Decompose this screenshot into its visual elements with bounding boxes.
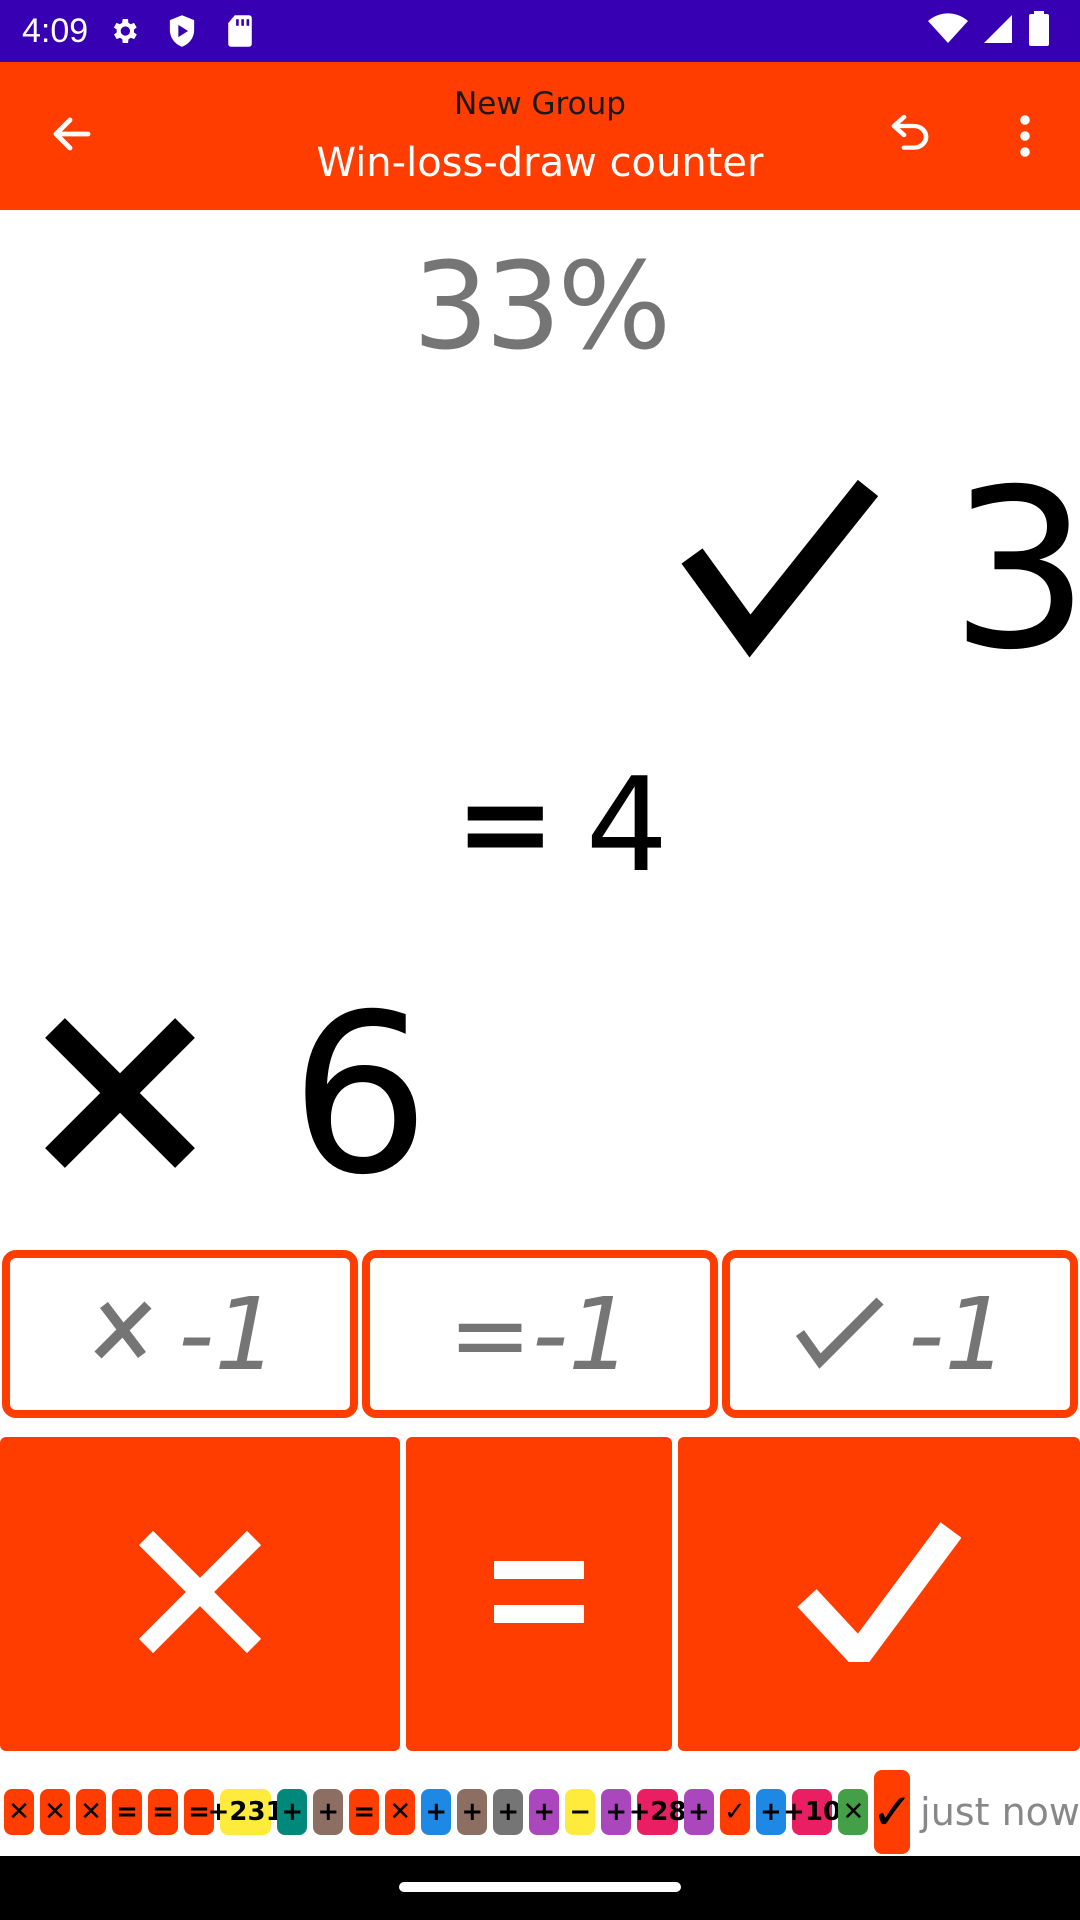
draw-decrement-button[interactable]: =-1 (362, 1250, 718, 1418)
signal-icon (982, 13, 1014, 49)
undo-icon[interactable] (880, 106, 940, 166)
history-chip[interactable]: + (313, 1789, 344, 1835)
gear-icon (106, 13, 142, 49)
losses-count: 6 (290, 967, 430, 1223)
check-icon (680, 478, 880, 662)
more-vert-icon[interactable] (995, 106, 1055, 166)
screen: 4:09 New Group Win-loss-draw counter 33%… (0, 0, 1080, 1920)
history-chip[interactable]: ✕ (838, 1789, 869, 1835)
win-percentage: 33% (412, 238, 672, 377)
history-chip[interactable]: + (755, 1789, 786, 1835)
check-icon (797, 1522, 962, 1675)
loss-decrement-label: -1 (178, 1275, 278, 1393)
loss-decrement-button[interactable]: -1 (2, 1250, 358, 1418)
history-chip[interactable]: +231 (208, 1789, 284, 1835)
history-chip[interactable]: ✕ (40, 1789, 70, 1835)
history-chip[interactable]: = (148, 1789, 178, 1835)
history-timestamp: just now (920, 1790, 1080, 1834)
wins-count: 3 (950, 442, 1080, 698)
history-chip[interactable]: ✕ (385, 1789, 416, 1835)
losses-row: 6 (40, 985, 430, 1205)
cross-icon (138, 1530, 262, 1658)
history-chip[interactable]: +28 (629, 1789, 687, 1835)
history-chip[interactable]: = (112, 1789, 142, 1835)
draws-count: 4 (585, 749, 669, 901)
history-chip[interactable]: + (493, 1789, 524, 1835)
wifi-icon (928, 13, 968, 49)
sdcard-icon (222, 13, 258, 49)
history-chip[interactable]: + (457, 1789, 488, 1835)
history-chip-latest[interactable]: ✓ (871, 1770, 913, 1854)
history-chip[interactable]: + (529, 1789, 560, 1835)
history-chip[interactable]: + (421, 1789, 452, 1835)
history-chip[interactable]: ✕ (4, 1789, 34, 1835)
history-chip[interactable]: + (601, 1789, 632, 1835)
status-bar: 4:09 (0, 0, 1080, 62)
history-chip[interactable]: − (565, 1789, 596, 1835)
navigation-bar (0, 1856, 1080, 1920)
equals-icon (494, 1561, 584, 1627)
history-strip[interactable]: ✕ ✕ ✕ = = = +231 + + = ✕ + + + + − + +28 + ✓ + +10 ✕ ✓ just now (0, 1768, 1080, 1856)
history-chip[interactable]: + (683, 1789, 714, 1835)
win-decrement-label: -1 (908, 1275, 1008, 1393)
app-bar: New Group Win-loss-draw counter (0, 62, 1080, 210)
shield-icon (164, 13, 200, 49)
equals-icon: = (455, 755, 556, 894)
history-chip[interactable]: = (349, 1789, 380, 1835)
add-loss-button[interactable] (0, 1437, 400, 1751)
home-handle[interactable] (399, 1882, 681, 1892)
add-win-button[interactable] (678, 1437, 1080, 1751)
battery-icon (1028, 11, 1050, 51)
status-time: 4:09 (22, 11, 89, 50)
cross-icon (82, 1276, 158, 1393)
draws-row: = 4 (455, 760, 668, 890)
cross-icon (40, 1013, 200, 1177)
history-chip[interactable]: + (277, 1789, 308, 1835)
add-draw-button[interactable] (406, 1437, 672, 1751)
history-chip[interactable]: ✓ (719, 1789, 750, 1835)
draw-decrement-label: =-1 (448, 1275, 632, 1393)
wins-row: 3 (680, 450, 1080, 690)
check-icon (792, 1276, 888, 1393)
history-chip[interactable]: ✕ (76, 1789, 106, 1835)
history-chip[interactable]: +10 (783, 1789, 841, 1835)
win-decrement-button[interactable]: -1 (722, 1250, 1078, 1418)
